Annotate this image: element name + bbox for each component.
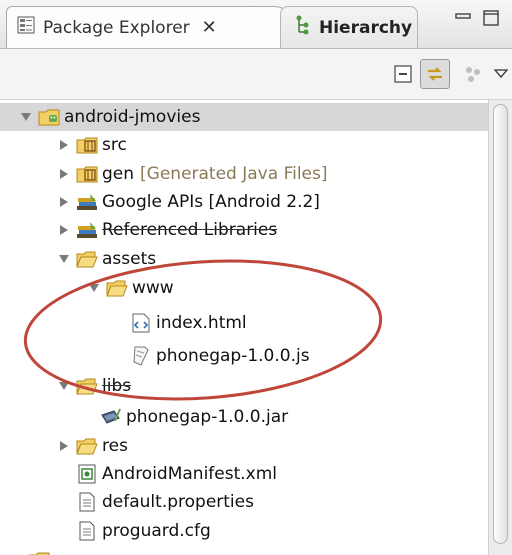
tree-node-src[interactable]: src [0, 131, 127, 159]
jar-icon [100, 407, 122, 427]
hierarchy-icon [295, 15, 311, 40]
tree-node-androidmanifest[interactable]: AndroidManifest.xml [0, 460, 277, 488]
tree-node-gen[interactable]: gen [Generated Java Files] [0, 160, 328, 188]
tree-node-label: android-jmovies [64, 107, 201, 127]
tree-node-label: phonegap-1.0.0.jar [126, 407, 289, 427]
gen-folder-icon [76, 164, 98, 184]
view-menu-chevron-down-icon[interactable] [486, 59, 512, 89]
expand-toggle-icon[interactable] [56, 222, 72, 238]
tree-node-phonegap-jar[interactable]: phonegap-1.0.0.jar [0, 403, 288, 431]
focus-icon[interactable] [458, 59, 488, 89]
folder-icon [76, 376, 98, 396]
tree-node-label: res [102, 436, 128, 456]
tab-package-explorer[interactable]: Package Explorer ✕ [6, 6, 296, 48]
vertical-scrollbar[interactable] [488, 100, 512, 555]
tree-node-label: www [132, 278, 174, 298]
collapse-all-button[interactable] [388, 59, 418, 89]
android-project-icon [38, 107, 60, 127]
tree-node-partial [0, 546, 54, 555]
link-with-editor-button[interactable] [420, 59, 450, 89]
tree-node-res[interactable]: res [0, 432, 128, 460]
tree-node-referenced-libraries[interactable]: Referenced Libraries [0, 216, 277, 244]
tree-node-label: index.html [156, 313, 247, 333]
folder-icon [106, 278, 128, 298]
view-toolbar [0, 49, 512, 100]
scrollbar-thumb[interactable] [493, 104, 508, 544]
folder-icon [76, 249, 98, 269]
library-icon [76, 220, 98, 240]
tree-node-label: Referenced Libraries [102, 220, 278, 240]
html-file-icon [130, 313, 152, 333]
tree-node-default-properties[interactable]: default.properties [0, 488, 254, 516]
tree-node-android-jmovies[interactable]: android-jmovies [0, 103, 488, 131]
tab-hierarchy[interactable]: Hierarchy [280, 6, 418, 48]
manifest-file-icon [76, 464, 98, 484]
expand-toggle-icon[interactable] [56, 251, 72, 267]
link-with-editor-icon [428, 67, 442, 81]
tree-node-index-html[interactable]: index.html [0, 309, 247, 337]
tree-node-label: src [102, 135, 127, 155]
tree-node-proguard-cfg[interactable]: proguard.cfg [0, 517, 211, 545]
expand-toggle-icon[interactable] [18, 109, 34, 125]
tree-node-google-apis[interactable]: Google APIs [Android 2.2] [0, 188, 320, 216]
expand-toggle-icon[interactable] [56, 438, 72, 454]
folder-icon [76, 436, 98, 456]
tree-node-label: AndroidManifest.xml [102, 464, 278, 484]
tab-label-package-explorer: Package Explorer [43, 17, 190, 38]
tree-node-label: Google APIs [Android 2.2] [102, 192, 320, 212]
minimize-icon[interactable] [452, 8, 474, 28]
tree-node-label: assets [102, 249, 157, 269]
js-file-icon [130, 346, 152, 366]
tree-node-phonegap-js[interactable]: phonegap-1.0.0.js [0, 342, 310, 370]
tree-node-decoration: [Generated Java Files] [140, 164, 328, 184]
tree-node-label: default.properties [102, 492, 254, 512]
tree-node-label: phonegap-1.0.0.js [156, 346, 310, 366]
tree-node-label: libs [102, 376, 132, 396]
tree-node-label: gen [102, 164, 135, 184]
source-folder-icon [76, 135, 98, 155]
view-tab-bar: Package Explorer ✕ Hierarchy [0, 0, 512, 49]
text-file-icon [76, 492, 98, 512]
library-icon [76, 192, 98, 212]
collapse-all-icon [394, 65, 412, 83]
expand-toggle-icon[interactable] [56, 194, 72, 210]
tree-node-assets[interactable]: assets [0, 245, 156, 273]
text-file-icon [76, 521, 98, 541]
tree-node-label: proguard.cfg [102, 521, 211, 541]
maximize-icon[interactable] [480, 8, 502, 28]
tab-label-hierarchy: Hierarchy [319, 17, 413, 38]
package-explorer-icon [17, 16, 35, 39]
package-explorer-tree: android-jmovies src gen [Generated Java … [0, 100, 488, 555]
expand-toggle-icon[interactable] [56, 137, 72, 153]
tree-node-www[interactable]: www [0, 274, 174, 302]
expand-toggle-icon[interactable] [56, 378, 72, 394]
expand-toggle-icon[interactable] [86, 280, 102, 296]
expand-toggle-icon[interactable] [56, 166, 72, 182]
tree-node-libs[interactable]: libs [0, 372, 131, 400]
close-icon[interactable]: ✕ [202, 17, 217, 38]
folder-icon [28, 550, 50, 555]
